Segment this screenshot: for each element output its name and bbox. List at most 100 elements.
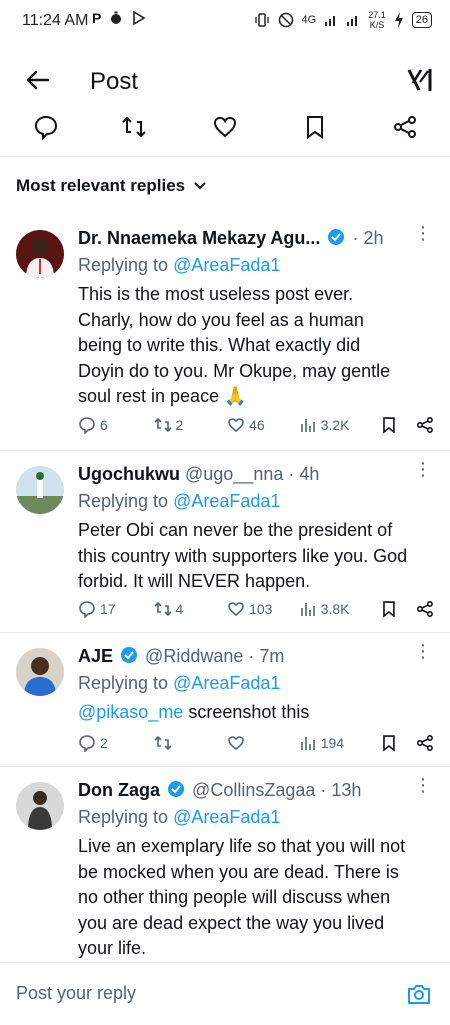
reply-icon[interactable] — [33, 114, 59, 140]
like-icon — [228, 736, 244, 751]
more-options-icon[interactable]: ⋮ — [414, 224, 432, 242]
reply-metrics: 2 194 — [78, 732, 434, 754]
status-bar: 11:24 AM P 4G 27.1 K/S 26 — [0, 0, 450, 44]
share-icon[interactable] — [416, 600, 434, 618]
reply-text: Live an exemplary life so that you will … — [78, 836, 406, 958]
back-arrow-icon[interactable] — [24, 66, 52, 94]
play-store-icon — [133, 10, 146, 26]
reply-item[interactable]: Don Zaga @CollinsZagaa · 13h Replying to… — [0, 766, 450, 962]
signal-icon-2 — [347, 16, 358, 26]
reply-text: This is the most useless post ever. Char… — [78, 284, 391, 406]
avatar[interactable] — [16, 466, 64, 514]
bookmark-icon[interactable] — [380, 416, 398, 434]
replying-prefix: Replying to — [78, 673, 169, 693]
share-icon[interactable] — [416, 416, 434, 434]
reply-composer[interactable]: Post your reply — [0, 962, 450, 1025]
views-icon — [300, 419, 315, 432]
share-icon[interactable] — [416, 734, 434, 752]
reply-item[interactable]: Ugochukwu @ugo__nna · 4h Replying to @Ar… — [0, 450, 450, 633]
author-handle[interactable]: @ugo__nna — [185, 464, 283, 484]
views-icon — [300, 737, 315, 750]
replying-to-link[interactable]: @AreaFada1 — [173, 491, 280, 511]
post-time: · 13h — [320, 780, 362, 800]
avatar[interactable] — [16, 782, 64, 830]
mention-link[interactable]: @pikaso_me — [78, 702, 183, 722]
more-options-icon[interactable]: ⋮ — [414, 776, 432, 794]
avatar[interactable] — [16, 648, 64, 696]
charging-icon — [394, 12, 403, 28]
author-handle[interactable]: @Riddwane — [145, 646, 243, 666]
like-count[interactable]: 46 — [227, 416, 299, 434]
reply-text: screenshot this — [188, 702, 310, 722]
reply-icon — [79, 735, 95, 752]
repost-icon — [153, 601, 172, 617]
replying-prefix: Replying to — [78, 491, 169, 511]
network-label: 4G — [301, 14, 317, 26]
sort-label: Most relevant replies — [16, 176, 186, 195]
like-count[interactable] — [227, 734, 299, 752]
repost-count[interactable]: 4 — [153, 600, 228, 618]
app-bar: Post — [0, 52, 450, 112]
bookmark-icon[interactable] — [380, 600, 398, 618]
view-count[interactable]: 194 — [299, 734, 381, 752]
replying-to-link[interactable]: @AreaFada1 — [173, 255, 280, 275]
more-options-icon[interactable]: ⋮ — [414, 642, 432, 660]
views-icon — [300, 603, 315, 616]
post-action-bar — [0, 114, 450, 157]
x-grok-icon[interactable] — [406, 66, 434, 94]
reply-icon — [79, 601, 95, 618]
verified-badge-icon — [168, 781, 185, 797]
reply-input[interactable]: Post your reply — [16, 983, 136, 1004]
verified-badge-icon — [121, 647, 138, 663]
reply-item[interactable]: AJE @Riddwane · 7m Replying to @AreaFada… — [0, 632, 450, 767]
like-count[interactable]: 103 — [227, 600, 299, 618]
author-name[interactable]: Dr. Nnaemeka Mekazy Agu... — [78, 228, 320, 248]
author-name[interactable]: AJE — [78, 646, 113, 666]
author-handle[interactable]: @CollinsZagaa — [192, 780, 315, 800]
reply-item[interactable]: Dr. Nnaemeka Mekazy Agu... · 2h Replying… — [0, 214, 450, 451]
like-icon — [228, 602, 244, 617]
app-p-icon: P — [92, 10, 102, 26]
replying-prefix: Replying to — [78, 807, 169, 827]
vibrate-icon — [254, 13, 269, 27]
bookmark-icon[interactable] — [302, 114, 328, 140]
net-speed-unit: K/S — [369, 20, 385, 30]
reply-count[interactable]: 6 — [78, 416, 154, 434]
post-time: · 2h — [352, 228, 384, 248]
net-speed: 27.1 — [368, 10, 386, 20]
page-title: Post — [90, 68, 139, 95]
view-count[interactable]: 3.2K — [299, 416, 381, 434]
reply-metrics: 6 2 46 3.2K — [78, 414, 434, 436]
reply-icon — [79, 417, 95, 434]
author-name[interactable]: Ugochukwu — [78, 464, 180, 484]
signal-icon — [325, 16, 336, 26]
sort-dropdown[interactable]: Most relevant replies — [16, 176, 207, 196]
author-name[interactable]: Don Zaga — [78, 780, 160, 800]
reply-text: Peter Obi can never be the president of … — [78, 520, 408, 591]
view-count[interactable]: 3.8K — [299, 600, 381, 618]
like-icon — [228, 418, 244, 433]
stopwatch-icon — [111, 11, 122, 24]
repost-icon[interactable] — [121, 114, 147, 140]
reply-metrics: 17 4 103 3.8K — [78, 598, 434, 620]
replying-prefix: Replying to — [78, 255, 169, 275]
post-time: · 4h — [288, 464, 320, 484]
reply-count[interactable]: 2 — [78, 734, 154, 752]
battery-indicator: 26 — [411, 12, 432, 28]
avatar[interactable] — [16, 230, 64, 278]
bookmark-icon[interactable] — [380, 734, 398, 752]
like-icon[interactable] — [212, 114, 238, 140]
repost-count[interactable]: 2 — [153, 416, 228, 434]
do-not-disturb-icon — [278, 12, 293, 28]
more-options-icon[interactable]: ⋮ — [414, 460, 432, 478]
camera-icon[interactable] — [406, 981, 432, 1007]
reply-count[interactable]: 17 — [78, 600, 154, 618]
share-icon[interactable] — [392, 114, 418, 140]
repost-count[interactable] — [153, 734, 228, 752]
status-time: 11:24 AM — [22, 12, 89, 29]
chevron-down-icon — [194, 182, 206, 190]
repost-icon — [153, 735, 172, 751]
replying-to-link[interactable]: @AreaFada1 — [173, 807, 280, 827]
replying-to-link[interactable]: @AreaFada1 — [173, 673, 280, 693]
post-time: · 7m — [248, 646, 285, 666]
